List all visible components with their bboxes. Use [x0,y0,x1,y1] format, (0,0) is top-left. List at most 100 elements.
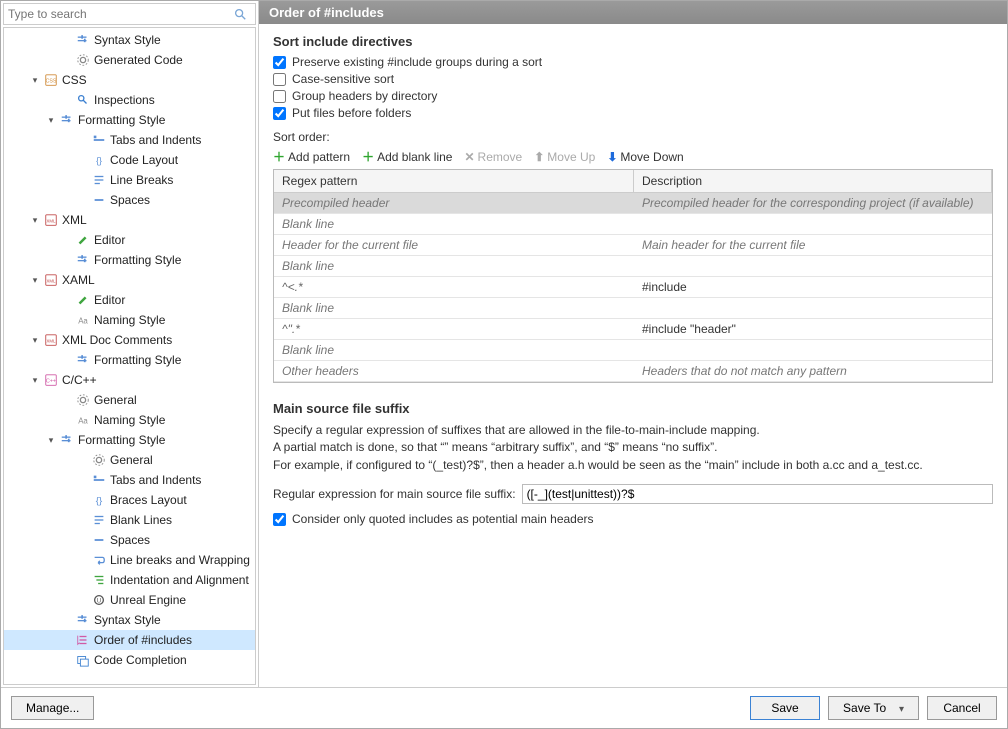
cell-desc [634,298,992,318]
table-row[interactable]: Blank line [274,256,992,277]
spaces-icon [91,532,107,548]
tree-node[interactable]: ▾Formatting Style [4,430,255,450]
tree-node[interactable]: Editor [4,290,255,310]
tree-node[interactable]: Line breaks and Wrapping [4,550,255,570]
svg-text:XML: XML [47,339,57,344]
column-regex[interactable]: Regex pattern [274,170,634,192]
manage-button[interactable]: Manage... [11,696,94,720]
tree-node[interactable]: General [4,450,255,470]
quoted-only-label[interactable]: Consider only quoted includes as potenti… [292,512,594,526]
table-row[interactable]: Precompiled headerPrecompiled header for… [274,193,992,214]
tree-node[interactable]: ▾XMLXAML [4,270,255,290]
tree-node[interactable]: ▾XMLXML Doc Comments [4,330,255,350]
tree-label: Tabs and Indents [110,473,201,487]
gear-icon [91,452,107,468]
sort-order-table[interactable]: Regex pattern Description Precompiled he… [273,169,993,383]
tree-node[interactable]: U Unreal Engine [4,590,255,610]
add-pattern-button[interactable]: ＋Add pattern [273,148,350,165]
braces-icon: {} [91,492,107,508]
inspect-icon [75,92,91,108]
tree-node[interactable]: ▾ Formatting Style [4,110,255,130]
svg-text:U: U [97,598,101,605]
tabs-icon [91,132,107,148]
tree-node[interactable]: Syntax Style [4,610,255,630]
tree-label: General [94,393,137,407]
table-row[interactable]: Blank line [274,298,992,319]
cell-regex: Other headers [274,361,634,381]
table-row[interactable]: Blank line [274,340,992,361]
expand-caret-icon: ▾ [46,115,56,126]
tree-node[interactable]: Generated Code [4,50,255,70]
cell-desc: #include "header" [634,319,992,339]
tree-node[interactable]: Spaces [4,530,255,550]
sort-option-checkbox[interactable] [273,90,286,103]
tree-node[interactable]: Spaces [4,190,255,210]
column-desc[interactable]: Description [634,170,992,192]
tree-label: Unreal Engine [110,593,186,607]
gear-icon [75,392,91,408]
expand-caret-icon: ▾ [30,375,40,386]
table-row[interactable]: Header for the current fileMain header f… [274,235,992,256]
tree-node[interactable]: Syntax Style [4,30,255,50]
tree-node[interactable]: Formatting Style [4,350,255,370]
move-down-button[interactable]: ⬇Move Down [607,150,683,164]
tree-node[interactable]: ▾XMLXML [4,210,255,230]
tree-node[interactable]: General [4,390,255,410]
tree-node[interactable]: {}Code Layout [4,150,255,170]
sort-option-label[interactable]: Put files before folders [292,106,411,120]
tree-node[interactable]: ▾C++C/C++ [4,370,255,390]
move-up-button[interactable]: ⬆Move Up [534,150,595,164]
tree-node[interactable]: Tabs and Indents [4,130,255,150]
tree-node[interactable]: Editor [4,230,255,250]
sort-order-toolbar: ＋Add pattern ＋Add blank line ✕Remove ⬆Mo… [273,148,993,165]
tree-node[interactable]: Inspections [4,90,255,110]
table-row[interactable]: ^".*#include "header" [274,319,992,340]
tree-node[interactable]: Order of #includes [4,630,255,650]
sort-option-label[interactable]: Group headers by directory [292,89,437,103]
tree-label: Editor [94,293,125,307]
cell-regex: Blank line [274,340,634,360]
cell-regex: Blank line [274,256,634,276]
tree-label: Inspections [94,93,155,107]
cancel-button[interactable]: Cancel [927,696,997,720]
sort-option-label[interactable]: Case-sensitive sort [292,72,394,86]
sort-option-checkbox[interactable] [273,107,286,120]
tree-node[interactable]: Line Breaks [4,170,255,190]
tree-node[interactable]: AaNaming Style [4,310,255,330]
suffix-input[interactable] [522,484,993,504]
save-button[interactable]: Save [750,696,820,720]
tree-node[interactable]: Tabs and Indents [4,470,255,490]
save-to-button[interactable]: Save To [828,696,919,720]
svg-text:Aa: Aa [78,317,88,326]
tree-label: Tabs and Indents [110,133,201,147]
search-box[interactable] [3,3,256,25]
cpp-icon: C++ [43,372,59,388]
page-title: Order of #includes [259,1,1007,24]
tree-node[interactable]: Formatting Style [4,250,255,270]
sort-section-title: Sort include directives [273,34,993,49]
tree-node[interactable]: AaNaming Style [4,410,255,430]
table-row[interactable]: Blank line [274,214,992,235]
tree-node[interactable]: {}Braces Layout [4,490,255,510]
quoted-only-checkbox[interactable] [273,513,286,526]
tree-node[interactable]: ▾CSSCSS [4,70,255,90]
tree-node[interactable]: Blank Lines [4,510,255,530]
sort-option-label[interactable]: Preserve existing #include groups during… [292,55,542,69]
tree-node[interactable]: Code Completion [4,650,255,670]
sort-option-checkbox[interactable] [273,56,286,69]
tree-label: Indentation and Alignment [110,573,249,587]
settings-tree[interactable]: Syntax StyleGenerated Code▾CSSCSSInspect… [3,27,256,685]
suffix-section-title: Main source file suffix [273,401,993,416]
remove-button[interactable]: ✕Remove [464,150,522,164]
table-row[interactable]: Other headersHeaders that do not match a… [274,361,992,382]
expand-caret-icon: ▾ [46,435,56,446]
sliders-icon [59,432,75,448]
suffix-description: Specify a regular expression of suffixes… [273,422,993,474]
sort-option-checkbox[interactable] [273,73,286,86]
tree-node[interactable]: Indentation and Alignment [4,570,255,590]
aa-icon: Aa [75,312,91,328]
add-blank-button[interactable]: ＋Add blank line [362,148,452,165]
tree-label: Formatting Style [78,113,165,127]
search-input[interactable] [8,7,229,21]
table-row[interactable]: ^<.*#include [274,277,992,298]
